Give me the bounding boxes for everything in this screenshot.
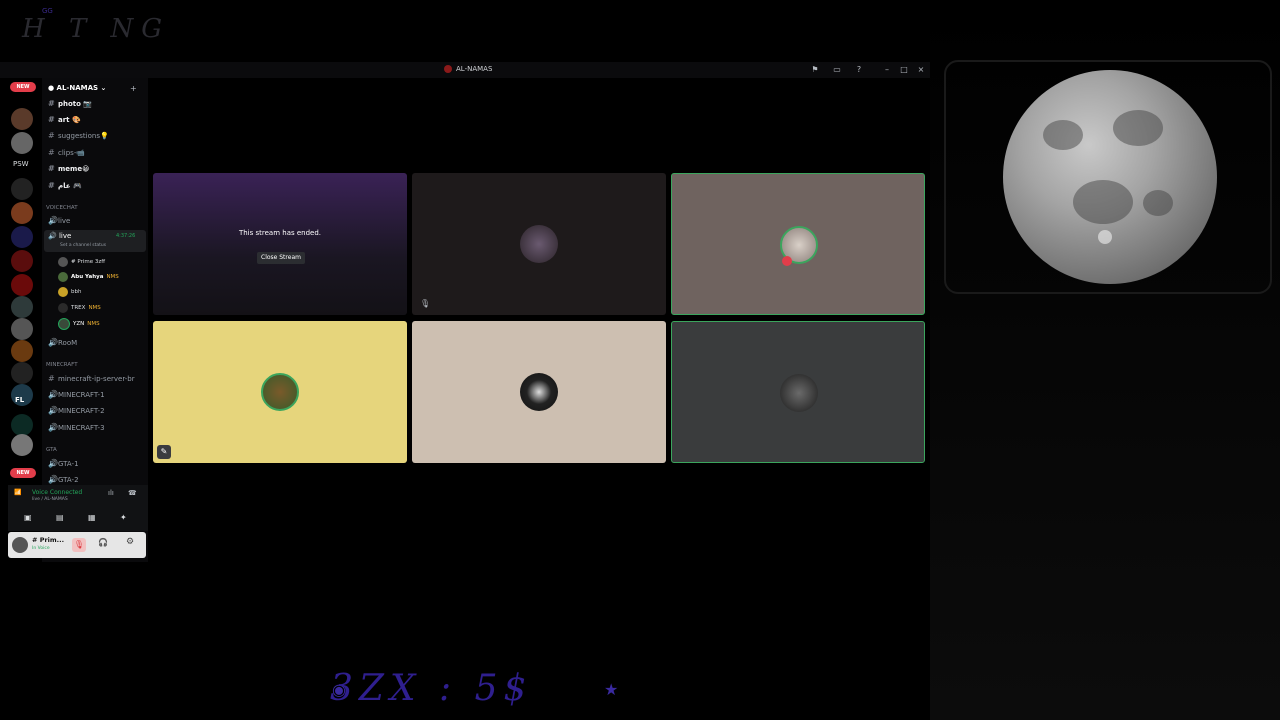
avatar <box>58 272 68 282</box>
watermark-tag: GG <box>42 7 53 15</box>
new-badge: NEW <box>10 468 36 478</box>
add-member-icon[interactable]: + <box>130 84 137 93</box>
channel-suggestions[interactable]: # suggestions💡 <box>48 131 109 140</box>
server-icon[interactable] <box>11 250 33 272</box>
noise-suppression-icon[interactable]: ılı <box>108 489 114 497</box>
server-icon[interactable] <box>11 226 33 248</box>
maximize-icon[interactable]: □ <box>899 65 909 75</box>
category-voicechat[interactable]: VOICECHAT <box>46 205 78 211</box>
disconnect-icon[interactable]: ☎ <box>128 489 137 497</box>
gear-icon[interactable]: ⚙ <box>126 537 134 547</box>
channel-status[interactable]: Set a channel status <box>60 243 106 248</box>
user-panel: # Prim... In Voice 🎙 🎧 ⚙ <box>8 532 146 558</box>
window-titlebar: AL-NAMAS ⚑ ▭ ? – □ × <box>0 62 930 78</box>
mute-icon[interactable]: 🎙 <box>72 538 86 552</box>
soundboard-icon[interactable]: ✦ <box>120 513 127 522</box>
screen-share-icon[interactable]: ▤ <box>56 513 64 522</box>
avatar[interactable] <box>12 537 28 553</box>
voice-user[interactable]: bbh <box>58 287 81 297</box>
user-status: In Voice <box>32 546 50 551</box>
voice-status: Voice Connected <box>32 489 83 496</box>
help-icon[interactable]: ? <box>854 65 864 75</box>
activity-icon[interactable]: ✎ <box>157 445 171 459</box>
muted-mic-icon: 🎙 <box>420 299 431 308</box>
server-icon[interactable] <box>11 414 33 436</box>
stream-tile-ended[interactable]: This stream has ended. Close Stream <box>153 173 407 315</box>
avatar <box>58 318 70 330</box>
close-stream-button[interactable]: Close Stream <box>257 252 305 264</box>
voice-channel-minecraft-1[interactable]: 🔊MINECRAFT-1 <box>48 390 105 399</box>
avatar <box>261 373 299 411</box>
video-tile[interactable] <box>412 321 666 463</box>
video-tile-speaking[interactable] <box>671 173 925 315</box>
inbox-icon[interactable]: ▭ <box>832 65 842 75</box>
server-icon <box>444 65 452 73</box>
server-icon[interactable] <box>11 340 33 362</box>
avatar <box>520 225 558 263</box>
moon-image <box>1003 70 1217 284</box>
star-icon: ★ <box>604 680 619 699</box>
footer-overlay-text: 3ZX : 5$ <box>330 668 533 709</box>
signal-icon[interactable]: 📶 <box>14 489 21 496</box>
channel-general[interactable]: # عام 🎮 <box>48 181 82 190</box>
channel-art[interactable]: # art 🎨 <box>48 115 81 124</box>
channel-timer: 4:37:26 <box>116 233 136 239</box>
username[interactable]: # Prim... <box>32 536 64 544</box>
server-icon[interactable] <box>11 274 33 296</box>
video-tile-speaking[interactable] <box>671 321 925 463</box>
voice-user[interactable]: Abu Yahya NMS <box>58 272 119 282</box>
avatar <box>780 374 818 412</box>
speaker-icon: 🔊 <box>48 232 57 240</box>
voice-connected-panel: 📶 Voice Connected live / AL-NAMAS ılı ☎ … <box>8 485 148 531</box>
server-icon[interactable] <box>11 108 33 130</box>
voice-user[interactable]: YZN NMS <box>58 318 100 330</box>
camera-icon[interactable]: ▣ <box>24 513 32 522</box>
voice-channel-minecraft-2[interactable]: 🔊MINECRAFT-2 <box>48 406 105 415</box>
flag-icon[interactable]: ⚑ <box>810 65 820 75</box>
server-icon[interactable] <box>11 178 33 200</box>
category-gta[interactable]: GTA <box>46 447 57 453</box>
watermark-text: H T NG <box>22 14 171 44</box>
voice-user[interactable]: TREX NMS <box>58 303 101 313</box>
server-label[interactable]: PSW <box>13 160 29 168</box>
channel-meme[interactable]: # meme😀 <box>48 164 89 173</box>
channel-minecraft-ip[interactable]: # minecraft-ip-server-br <box>48 374 135 383</box>
server-icon[interactable] <box>11 362 33 384</box>
channel-clips[interactable]: # clips-📹 <box>48 148 85 157</box>
avatar <box>58 257 68 267</box>
new-badge: NEW <box>10 82 36 92</box>
voice-user[interactable]: # Prime 3zff <box>58 257 105 267</box>
window-title: AL-NAMAS <box>444 65 492 73</box>
video-tile[interactable]: ✎ <box>153 321 407 463</box>
server-icon[interactable] <box>11 296 33 318</box>
avatar <box>58 287 68 297</box>
voice-channel-gta-2[interactable]: 🔊GTA-2 <box>48 475 79 484</box>
voice-channel-active[interactable]: 🔊 live 4:37:26 Set a channel status <box>44 230 146 252</box>
server-label[interactable]: FL <box>15 396 24 404</box>
voice-channel-minecraft-3[interactable]: 🔊MINECRAFT-3 <box>48 423 105 432</box>
voice-channel-room[interactable]: 🔊RooM <box>48 338 77 347</box>
close-icon[interactable]: × <box>916 65 926 75</box>
avatar <box>58 303 68 313</box>
status-dot <box>782 256 792 266</box>
category-minecraft[interactable]: MINECRAFT <box>46 362 78 368</box>
server-icon[interactable] <box>11 202 33 224</box>
server-icon[interactable] <box>11 132 33 154</box>
headphones-icon[interactable]: 🎧 <box>98 538 108 547</box>
minimize-icon[interactable]: – <box>882 65 892 75</box>
voice-channel-live[interactable]: 🔊live <box>48 216 70 225</box>
channel-photo[interactable]: # photo 📷 <box>48 99 92 108</box>
stream-ended-text: This stream has ended. <box>238 229 322 237</box>
avatar <box>520 373 558 411</box>
activities-icon[interactable]: ▦ <box>88 513 96 522</box>
video-tile[interactable]: 🎙 <box>412 173 666 315</box>
voice-location[interactable]: live / AL-NAMAS <box>32 497 68 502</box>
server-name[interactable]: ● AL-NAMAS ⌄ <box>48 84 106 92</box>
server-icon[interactable] <box>11 434 33 456</box>
server-icon[interactable] <box>11 318 33 340</box>
voice-channel-gta-1[interactable]: 🔊GTA-1 <box>48 459 79 468</box>
